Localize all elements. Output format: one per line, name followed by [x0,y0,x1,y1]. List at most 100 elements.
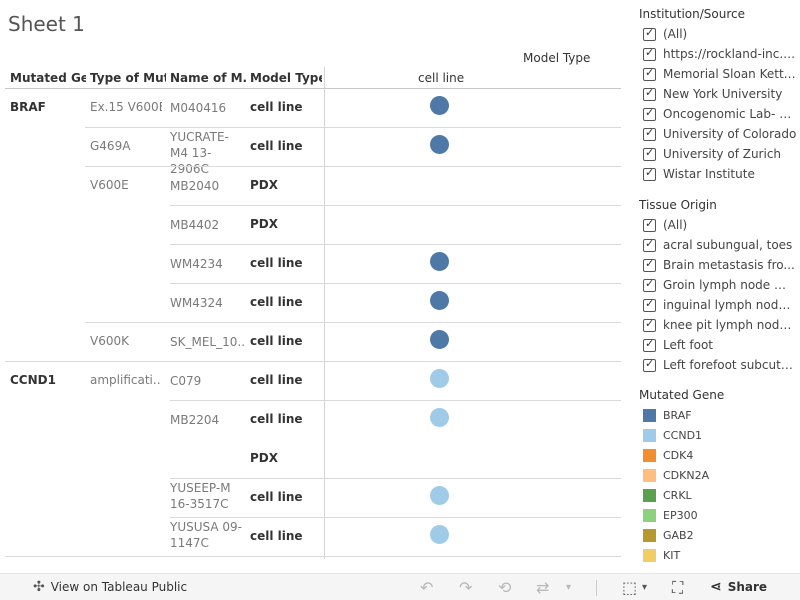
legend-item[interactable]: CCND1 [643,426,798,444]
download-dropdown-icon[interactable]: ▾ [642,582,647,593]
cell-line-mark[interactable] [430,252,449,271]
filter-option[interactable]: University of Colorado [643,125,798,143]
col-header-name-of-model[interactable]: Name of M.. [170,71,246,85]
filter-option[interactable]: Wistar Institute [643,165,798,183]
cell-line-mark[interactable] [430,486,449,505]
model-type-cell: PDX [250,217,279,231]
cell-line-mark[interactable] [430,525,449,544]
filter-option[interactable]: University of Zurich [643,145,798,163]
redo-icon[interactable]: ↷ [459,578,472,597]
model-type-cell: PDX [250,178,279,192]
col-header-type-of-mutation[interactable]: Type of Mut.. [90,71,166,85]
share-label: Share [727,580,768,594]
refresh-dropdown-icon[interactable]: ▾ [566,582,571,593]
legend-item[interactable]: KIT [643,546,798,564]
checkbox-checked-icon[interactable] [643,126,656,141]
table-row[interactable]: G469A YUCRATE-M4 13-2906C cell line [0,127,621,176]
filter-option-label: acral subungual, toes [663,238,793,252]
checkbox-checked-icon[interactable] [643,146,656,161]
model-type-cell: cell line [250,100,303,114]
undo-icon[interactable]: ↶ [420,578,433,597]
cell-line-column-header: cell line [418,71,465,85]
view-on-tableau-button[interactable]: ✣ View on Tableau Public [33,579,187,595]
filter-option[interactable]: knee pit lymph node ... [643,316,798,334]
cell-line-mark[interactable] [430,369,449,388]
mutation-type-cell: V600E [90,178,129,192]
filter-option-label: Oncogenomic Lab- Ql... [663,107,797,121]
filter-option[interactable]: New York University [643,85,798,103]
cell-line-mark[interactable] [430,291,449,310]
legend-item[interactable]: EP300 [643,506,798,524]
checkbox-checked-icon[interactable] [643,357,656,372]
row-divider [170,400,621,401]
model-type-cell: cell line [250,412,303,426]
row-divider [5,361,621,362]
checkbox-checked-icon[interactable] [643,26,656,41]
table-row[interactable]: YUSEEP-M 16-3517C cell line [0,478,621,517]
table-row[interactable]: BRAF Ex.15 V600E M040416 cell line [0,88,621,127]
legend-item[interactable]: CDKN2A [643,466,798,484]
checkbox-checked-icon[interactable] [643,106,656,121]
filter-option[interactable]: (All) [643,25,798,43]
filter-option[interactable]: acral subungual, toes [643,236,798,254]
checkbox-checked-icon[interactable] [643,297,656,312]
filter-option[interactable]: Memorial Sloan Kette... [643,65,798,83]
row-divider [170,205,621,206]
checkbox-checked-icon[interactable] [643,277,656,292]
filter-option-label: Left foot [663,338,714,352]
table-row[interactable]: V600K SK_MEL_10.. cell line [0,322,621,361]
filter-option[interactable]: Left forefoot subcuta... [643,356,798,374]
legend-label: CCND1 [663,428,703,442]
checkbox-checked-icon[interactable] [643,217,656,232]
model-type-cell: cell line [250,529,303,543]
share-button[interactable]: ⋖ Share [710,579,767,595]
table-row[interactable]: WM4324 cell line [0,283,621,322]
filter-option[interactable]: https://rockland-inc.c... [643,45,798,63]
checkbox-checked-icon[interactable] [643,337,656,352]
filter-option[interactable]: Oncogenomic Lab- Ql... [643,105,798,123]
filter-option-label: inguinal lymph node ... [663,298,797,312]
cell-line-mark[interactable] [430,408,449,427]
table-row[interactable]: CCND1 amplificati.. C079 cell line [0,361,621,400]
row-divider [170,244,621,245]
table-row[interactable]: MB2204 cell line [0,400,621,439]
refresh-icon[interactable]: ⇄ [536,578,549,597]
filter-option[interactable]: (All) [643,216,798,234]
fullscreen-icon[interactable]: ⛶ [672,578,683,598]
legend-label: KIT [663,548,681,562]
filter-option[interactable]: inguinal lymph node ... [643,296,798,314]
legend-item[interactable]: BRAF [643,406,798,424]
col-header-mutated-gene[interactable]: Mutated Ge.. [10,71,86,85]
filter-option[interactable]: Left foot [643,336,798,354]
filter-option-label: Left forefoot subcuta... [663,358,797,372]
download-icon[interactable]: ⬚ [622,578,637,597]
filter-option-label: (All) [663,218,688,232]
checkbox-checked-icon[interactable] [643,86,656,101]
legend-item[interactable]: CDK4 [643,446,798,464]
share-icon: ⋖ [710,579,722,595]
legend-swatch [643,448,656,462]
checkbox-checked-icon[interactable] [643,237,656,252]
legend-item[interactable]: GAB2 [643,526,798,544]
checkbox-checked-icon[interactable] [643,257,656,272]
table-row[interactable]: PDX [0,439,621,478]
row-divider [85,127,621,128]
cell-line-mark[interactable] [430,135,449,154]
cell-line-mark[interactable] [430,330,449,349]
table-row[interactable]: YUSUSA 09-1147C cell line [0,517,621,556]
table-row[interactable]: MB4402 PDX [0,205,621,244]
checkbox-checked-icon[interactable] [643,317,656,332]
table-row[interactable]: WM4234 cell line [0,244,621,283]
filter-option-label: University of Colorado [663,127,797,141]
revert-icon[interactable]: ⟲ [498,578,511,597]
table-row[interactable]: V600E MB2040 PDX [0,166,621,205]
checkbox-checked-icon[interactable] [643,166,656,181]
cell-line-mark[interactable] [430,96,449,115]
model-type-cell: PDX [250,451,279,465]
filter-option[interactable]: Groin lymph node me... [643,276,798,294]
checkbox-checked-icon[interactable] [643,66,656,81]
col-header-model-type[interactable]: Model Type [250,71,322,85]
filter-option[interactable]: Brain metastasis fro... [643,256,798,274]
legend-item[interactable]: CRKL [643,486,798,504]
checkbox-checked-icon[interactable] [643,46,656,61]
